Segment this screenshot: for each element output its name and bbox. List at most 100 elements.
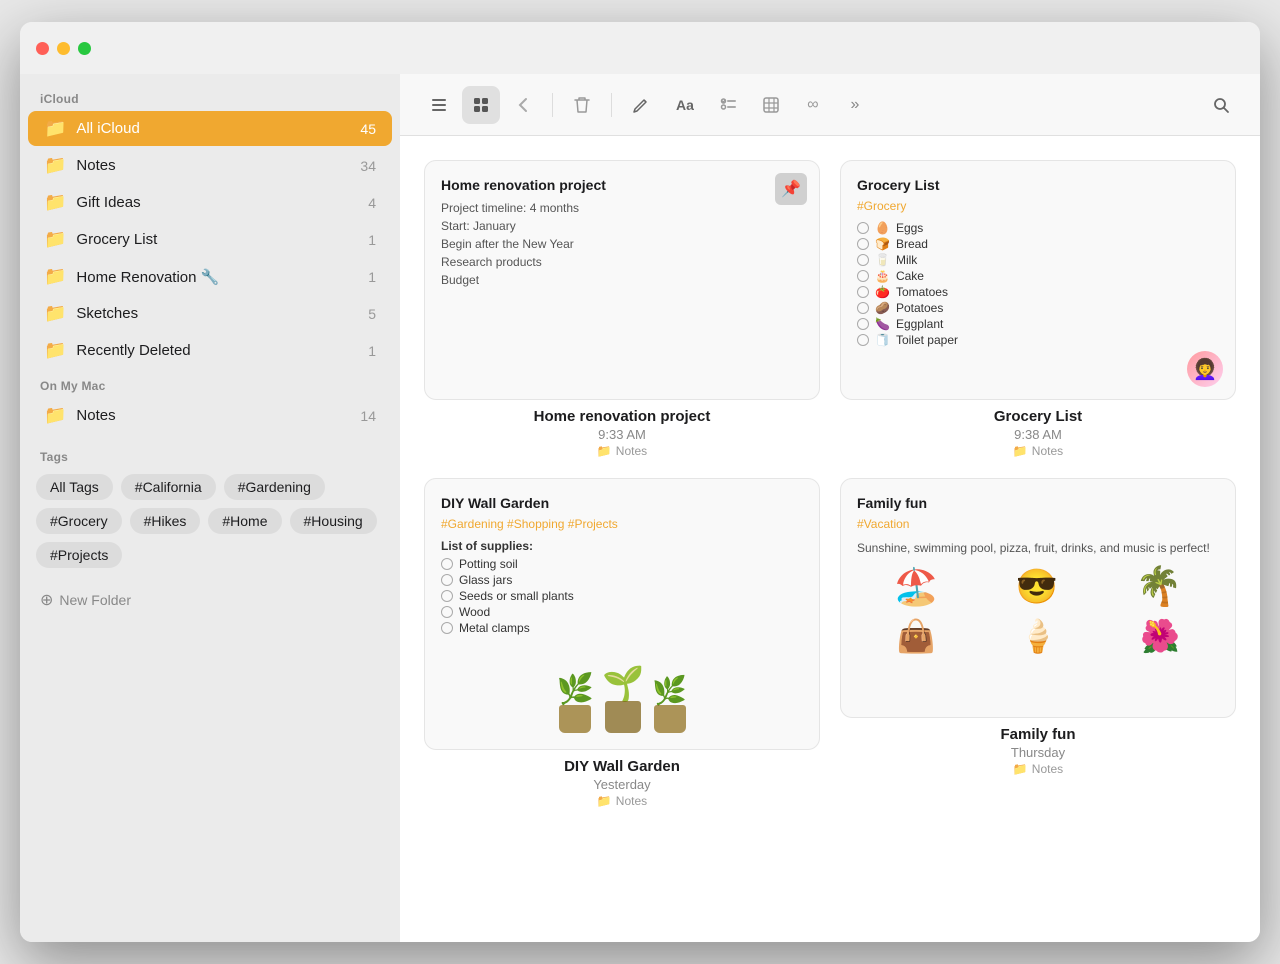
note-line: Project timeline: 4 months xyxy=(441,199,803,217)
maximize-button[interactable] xyxy=(78,42,91,55)
folder-name: Notes xyxy=(1032,762,1063,776)
new-folder-button[interactable]: ⊕ New Folder xyxy=(20,580,400,620)
avatar: 👩‍🦱 xyxy=(1187,351,1223,387)
note-card-diy-garden[interactable]: DIY Wall Garden #Gardening #Shopping #Pr… xyxy=(424,478,820,808)
sidebar-item-mac-notes[interactable]: 📁 Notes 14 xyxy=(28,398,392,433)
tag-projects[interactable]: #Projects xyxy=(36,542,122,568)
trash-button[interactable] xyxy=(563,86,601,124)
tag-hikes[interactable]: #Hikes xyxy=(130,508,201,534)
sidebar-item-label: Sketches xyxy=(76,305,358,322)
note-folder: 📁 Notes xyxy=(424,444,820,458)
pin-button[interactable]: 📌 xyxy=(775,173,807,205)
checklist-emoji: 🍆 xyxy=(875,317,890,331)
sidebar-item-label: Home Renovation 🔧 xyxy=(76,268,358,286)
folder-icon: 📁 xyxy=(44,229,66,250)
folder-name: Notes xyxy=(616,794,647,808)
checklist-circle xyxy=(441,622,453,634)
plant: 🌱 xyxy=(602,667,644,733)
folder-icon: 📁 xyxy=(44,155,66,176)
minimize-button[interactable] xyxy=(57,42,70,55)
note-preview-title: Grocery List xyxy=(857,177,1219,193)
sidebar-item-label: Gift Ideas xyxy=(76,194,358,211)
note-title: DIY Wall Garden xyxy=(424,758,820,775)
back-button[interactable] xyxy=(504,86,542,124)
checklist-circle xyxy=(857,238,869,250)
sidebar-item-count: 14 xyxy=(360,408,376,424)
plant-jar xyxy=(559,705,591,733)
checklist-button[interactable] xyxy=(710,86,748,124)
sidebar-item-home-renovation[interactable]: 📁 Home Renovation 🔧 1 xyxy=(28,259,392,294)
note-preview: Family fun #Vacation Sunshine, swimming … xyxy=(840,478,1236,718)
sidebar-item-count: 1 xyxy=(368,343,376,359)
folder-icon-small: 📁 xyxy=(597,444,612,458)
folder-name: Notes xyxy=(1032,444,1063,458)
sidebar-item-grocery-list[interactable]: 📁 Grocery List 1 xyxy=(28,222,392,257)
checklist-emoji: 🧻 xyxy=(875,333,890,347)
note-preview-body: Project timeline: 4 months Start: Januar… xyxy=(441,199,803,289)
checklist-text: Metal clamps xyxy=(459,621,530,635)
note-folder: 📁 Notes xyxy=(840,762,1236,776)
sticker: 🌺 xyxy=(1140,617,1180,655)
checklist-emoji: 🥚 xyxy=(875,221,890,235)
folder-icon: 📁 xyxy=(44,405,66,426)
tag-grocery[interactable]: #Grocery xyxy=(36,508,122,534)
icloud-section-label: iCloud xyxy=(20,82,400,110)
note-preview-tag: #Grocery xyxy=(857,199,1219,213)
sidebar: iCloud 📁 All iCloud 45 📁 Notes 34 📁 Gift… xyxy=(20,74,400,942)
checklist-text: Tomatoes xyxy=(896,285,948,299)
note-info: Family fun Thursday 📁 Notes xyxy=(840,726,1236,776)
plant-icon: 🌿 xyxy=(652,677,687,705)
note-line: Budget xyxy=(441,271,803,289)
tag-gardening[interactable]: #Gardening xyxy=(224,474,325,500)
folder-icon: 📁 xyxy=(44,340,66,361)
checklist-emoji: 🍅 xyxy=(875,285,890,299)
sidebar-item-notes[interactable]: 📁 Notes 34 xyxy=(28,148,392,183)
search-button[interactable] xyxy=(1202,86,1240,124)
grid-view-button[interactable] xyxy=(462,86,500,124)
tag-all-tags[interactable]: All Tags xyxy=(36,474,113,500)
sidebar-item-sketches[interactable]: 📁 Sketches 5 xyxy=(28,296,392,331)
more-button[interactable]: » xyxy=(836,86,874,124)
tags-section: Tags All Tags #California #Gardening #Gr… xyxy=(20,434,400,576)
close-button[interactable] xyxy=(36,42,49,55)
list-view-button[interactable] xyxy=(420,86,458,124)
note-preview: Home renovation project Project timeline… xyxy=(424,160,820,400)
sidebar-item-all-icloud[interactable]: 📁 All iCloud 45 xyxy=(28,111,392,146)
note-card-family-fun[interactable]: Family fun #Vacation Sunshine, swimming … xyxy=(840,478,1236,808)
checklist-item: Wood xyxy=(441,605,803,619)
checklist-circle xyxy=(857,334,869,346)
checklist-circle xyxy=(441,590,453,602)
tags-grid: All Tags #California #Gardening #Grocery… xyxy=(36,474,384,568)
tag-california[interactable]: #California xyxy=(121,474,216,500)
note-line: Start: January xyxy=(441,217,803,235)
note-line: Research products xyxy=(441,253,803,271)
checklist-text: Milk xyxy=(896,253,917,267)
sidebar-item-gift-ideas[interactable]: 📁 Gift Ideas 4 xyxy=(28,185,392,220)
checklist-circle xyxy=(441,574,453,586)
link-button[interactable]: ∞ xyxy=(794,86,832,124)
checklist-circle xyxy=(857,254,869,266)
table-button[interactable] xyxy=(752,86,790,124)
tags-section-label: Tags xyxy=(36,446,384,474)
note-time: 9:33 AM xyxy=(424,427,820,442)
sidebar-item-label: Grocery List xyxy=(76,231,358,248)
checklist-emoji: 🍞 xyxy=(875,237,890,251)
checklist-text: Cake xyxy=(896,269,924,283)
garden-illustration: 🌿 🌱 🌿 xyxy=(441,643,803,733)
plant-icon: 🌱 xyxy=(602,667,644,701)
sidebar-item-recently-deleted[interactable]: 📁 Recently Deleted 1 xyxy=(28,333,392,368)
checklist-item: Seeds or small plants xyxy=(441,589,803,603)
notes-grid: Home renovation project Project timeline… xyxy=(400,136,1260,942)
compose-button[interactable] xyxy=(622,86,660,124)
note-info: Home renovation project 9:33 AM 📁 Notes xyxy=(424,408,820,458)
supplies-label: List of supplies: xyxy=(441,539,803,553)
note-card-grocery-list[interactable]: Grocery List #Grocery 🥚 Eggs 🍞 xyxy=(840,160,1236,458)
tag-housing[interactable]: #Housing xyxy=(290,508,377,534)
folder-name: Notes xyxy=(616,444,647,458)
sidebar-item-label: Notes xyxy=(76,157,350,174)
tag-home[interactable]: #Home xyxy=(208,508,281,534)
note-time: 9:38 AM xyxy=(840,427,1236,442)
checklist-circle xyxy=(441,606,453,618)
format-button[interactable]: Aa xyxy=(664,86,706,124)
note-card-home-renovation[interactable]: Home renovation project Project timeline… xyxy=(424,160,820,458)
